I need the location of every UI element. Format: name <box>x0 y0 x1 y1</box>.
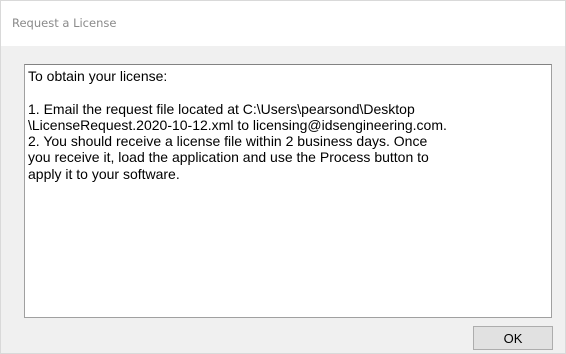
instruction-line-email: 1. Email the request file located at C:\… <box>28 100 415 117</box>
instruction-line-receive: 2. You should receive a license file wit… <box>28 133 428 150</box>
license-instructions-textbox[interactable]: To obtain your license: 1. Email the req… <box>24 64 552 318</box>
window-title: Request a License <box>12 16 117 30</box>
instruction-line-file-path: \LicenseRequest.2020-10-12.xml to licens… <box>28 116 447 133</box>
title-bar[interactable]: Request a License <box>1 1 565 46</box>
ok-button[interactable]: OK <box>473 326 553 350</box>
instruction-line-process: you receive it, load the application and… <box>28 149 429 166</box>
license-request-dialog: Request a License To obtain your license… <box>0 0 566 354</box>
instruction-line-apply: apply it to your software. <box>28 165 180 182</box>
instruction-line-intro: To obtain your license: <box>28 68 168 84</box>
